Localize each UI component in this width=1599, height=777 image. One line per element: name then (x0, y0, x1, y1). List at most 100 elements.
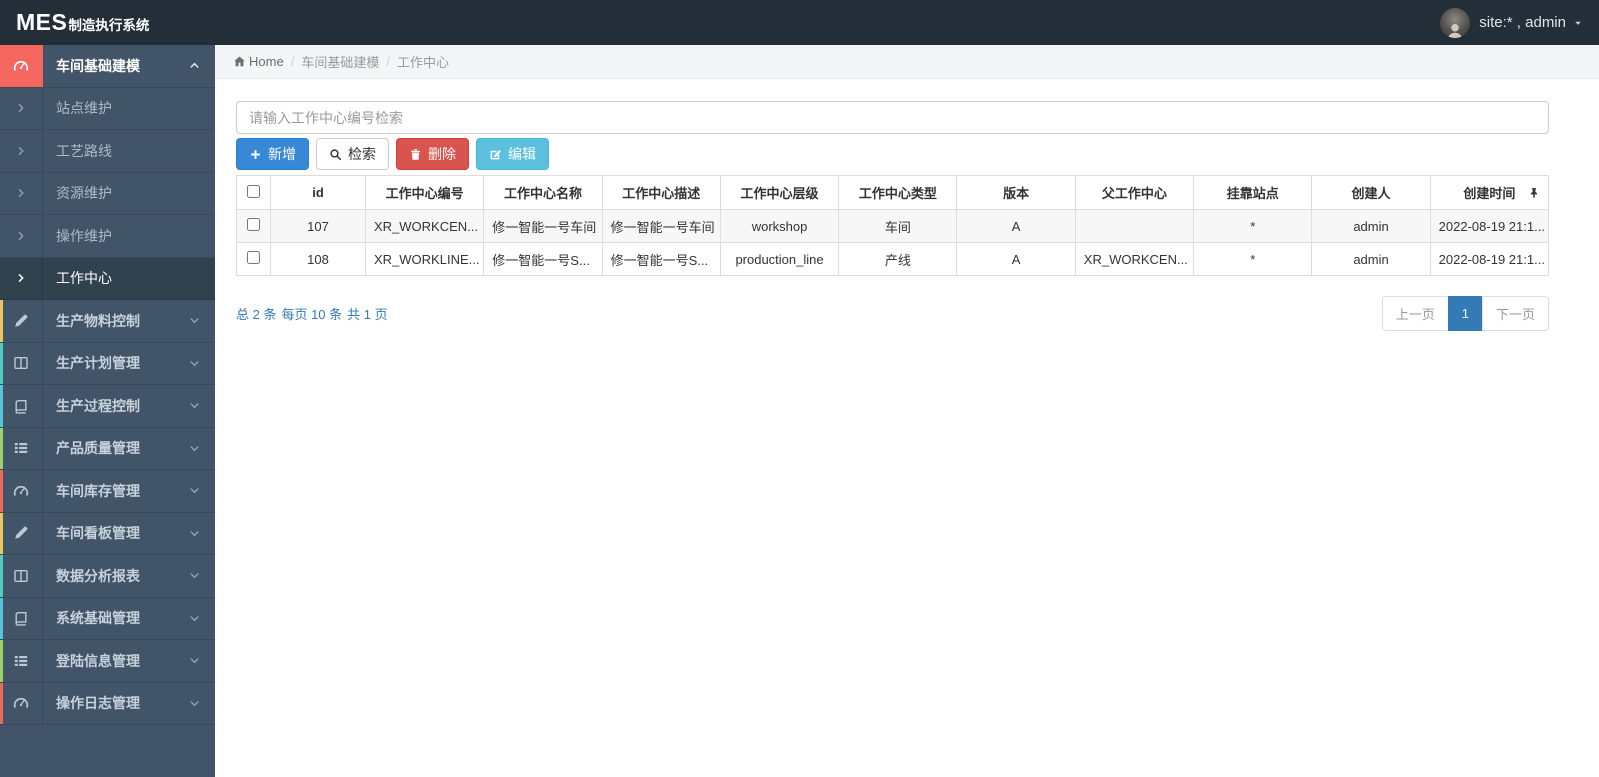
select-all-cell (236, 175, 271, 210)
select-all-checkbox[interactable] (247, 184, 260, 198)
sidebar-subitem-label: 资源维护 (56, 185, 112, 202)
sidebar-item-plan-management[interactable]: 生产计划管理 (0, 342, 215, 385)
sidebar-item-material-control[interactable]: 生产物料控制 (0, 300, 215, 343)
sidebar-subitem-site-maintenance[interactable]: 站点维护 (0, 87, 215, 130)
pagination-bar: 总 2 条 每页 10 条 共 1 页 上一页 1 下一页 (236, 296, 1549, 331)
sidebar-subitem-resource-maintenance[interactable]: 资源维护 (0, 172, 215, 215)
sidebar-subitem-label: 站点维护 (56, 100, 112, 117)
pagination-total: 总 2 条 (236, 307, 277, 322)
col-header-created[interactable]: 创建时间 (1429, 175, 1550, 210)
sidebar-item-system-management[interactable]: 系统基础管理 (0, 597, 215, 640)
sidebar-item-label: 车间看板管理 (56, 525, 140, 542)
col-header-parent[interactable]: 父工作中心 (1074, 175, 1195, 210)
tachometer-icon (13, 58, 29, 74)
pagination-controls: 上一页 1 下一页 (1381, 296, 1549, 331)
list-icon (13, 440, 29, 456)
sidebar-item-data-analysis-report[interactable]: 数据分析报表 (0, 555, 215, 598)
search-button-label: 检索 (348, 146, 376, 162)
app: { "navbar": { "logo_main": "MES", "logo_… (0, 0, 1599, 777)
pencil-icon (13, 313, 29, 329)
cell-id: 107 (270, 209, 366, 243)
columns-icon (13, 568, 29, 584)
delete-button-label: 删除 (428, 146, 456, 162)
col-header-desc[interactable]: 工作中心描述 (601, 175, 721, 210)
add-button[interactable]: 新增 (236, 138, 309, 170)
sidebar-item-operation-log-management[interactable]: 操作日志管理 (0, 682, 215, 725)
cell-parent (1074, 209, 1195, 243)
col-header-name[interactable]: 工作中心名称 (483, 175, 603, 210)
breadcrumb-separator: / (386, 54, 390, 69)
sidebar-item-quality-management[interactable]: 产品质量管理 (0, 427, 215, 470)
breadcrumb-current: 工作中心 (396, 55, 449, 70)
next-page-button[interactable]: 下一页 (1481, 296, 1549, 331)
breadcrumb-section[interactable]: 车间基础建模 (301, 52, 379, 71)
col-header-code[interactable]: 工作中心编号 (364, 175, 485, 210)
col-header-id[interactable]: id (270, 175, 366, 210)
breadcrumb-home-label: Home (249, 54, 284, 69)
chevron-down-icon (189, 528, 200, 539)
cell-name: 修一智能一号车间 (483, 209, 603, 243)
col-header-type[interactable]: 工作中心类型 (838, 175, 958, 210)
sidebar-item-workshop-modeling[interactable]: 车间基础建模 (0, 45, 215, 88)
list-icon (13, 653, 29, 669)
breadcrumb-home-link[interactable]: Home (233, 54, 284, 69)
chevron-right-icon (16, 146, 26, 156)
magnifier-icon (329, 148, 342, 161)
plus-icon (249, 148, 262, 161)
book-icon (13, 610, 29, 626)
user-menu[interactable]: site:* , admin (1440, 7, 1583, 38)
toolbar: 新增 检索 删除 编辑 (236, 138, 1549, 170)
sidebar-subitem-operation-maintenance[interactable]: 操作维护 (0, 215, 215, 258)
sidebar-item-process-control[interactable]: 生产过程控制 (0, 385, 215, 428)
col-header-version[interactable]: 版本 (956, 175, 1076, 210)
sidebar-item-label: 生产物料控制 (56, 312, 140, 329)
user-label: site:* , admin (1479, 14, 1566, 31)
chevron-right-icon (16, 231, 26, 241)
pagination-page-count: 共 1 页 (347, 307, 388, 322)
chevron-down-icon (189, 400, 200, 411)
page-1-button[interactable]: 1 (1447, 296, 1483, 331)
work-center-table: id 工作中心编号 工作中心名称 工作中心描述 工作中心层级 工作中心类型 版本… (236, 175, 1550, 276)
avatar (1440, 7, 1471, 38)
sidebar-item-label: 生产计划管理 (56, 355, 140, 372)
search-button[interactable]: 检索 (316, 138, 389, 170)
breadcrumb-separator: / (290, 54, 295, 69)
sidebar-subitem-process-route[interactable]: 工艺路线 (0, 130, 215, 173)
sidebar-subitem-work-center[interactable]: 工作中心 (0, 257, 215, 300)
cell-station: * (1193, 209, 1313, 243)
content-area: Home / 车间基础建模 / 工作中心 新增 检索 删除 编辑 (215, 45, 1599, 777)
chevron-down-icon (189, 570, 200, 581)
row-checkbox[interactable] (247, 251, 260, 264)
sidebar: 车间基础建模 站点维护 工艺路线 资源维护 操作维护 工作中心 生产物料控制 生… (0, 45, 215, 777)
sidebar-item-inventory-management[interactable]: 车间库存管理 (0, 470, 215, 513)
chevron-down-icon (189, 315, 200, 326)
chevron-down-icon (189, 443, 200, 454)
row-checkbox[interactable] (247, 218, 260, 231)
app-logo[interactable]: MES 制造执行系统 (16, 9, 149, 36)
sidebar-item-label: 产品质量管理 (56, 440, 140, 457)
edit-button[interactable]: 编辑 (476, 138, 549, 170)
sidebar-item-kanban-management[interactable]: 车间看板管理 (0, 512, 215, 555)
cell-created: 2022-08-19 21:1... (1429, 209, 1550, 243)
sidebar-item-label: 系统基础管理 (56, 610, 140, 627)
col-header-station[interactable]: 挂靠站点 (1193, 175, 1313, 210)
columns-icon (13, 355, 29, 371)
chevron-right-icon (16, 188, 26, 198)
table-header-row: id 工作中心编号 工作中心名称 工作中心描述 工作中心层级 工作中心类型 版本… (236, 175, 1550, 210)
cell-creator: admin (1311, 242, 1431, 276)
chevron-down-icon (189, 655, 200, 666)
pagination-per-page[interactable]: 每页 10 条 (281, 304, 342, 323)
chevron-right-icon (16, 103, 26, 113)
col-header-creator[interactable]: 创建人 (1311, 175, 1431, 210)
col-header-level[interactable]: 工作中心层级 (719, 175, 840, 210)
cell-created: 2022-08-19 21:1... (1429, 242, 1550, 276)
sidebar-item-label: 车间基础建模 (56, 57, 140, 74)
sidebar-item-login-info-management[interactable]: 登陆信息管理 (0, 640, 215, 683)
delete-button[interactable]: 删除 (396, 138, 469, 170)
chevron-down-icon (189, 358, 200, 369)
sidebar-subitem-label: 工作中心 (56, 270, 112, 287)
search-input[interactable] (236, 101, 1549, 134)
prev-page-button[interactable]: 上一页 (1381, 296, 1449, 331)
table-row: 108 XR_WORKLINE... 修一智能一号S... 修一智能一号S...… (236, 242, 1550, 276)
edit-icon (489, 148, 502, 161)
